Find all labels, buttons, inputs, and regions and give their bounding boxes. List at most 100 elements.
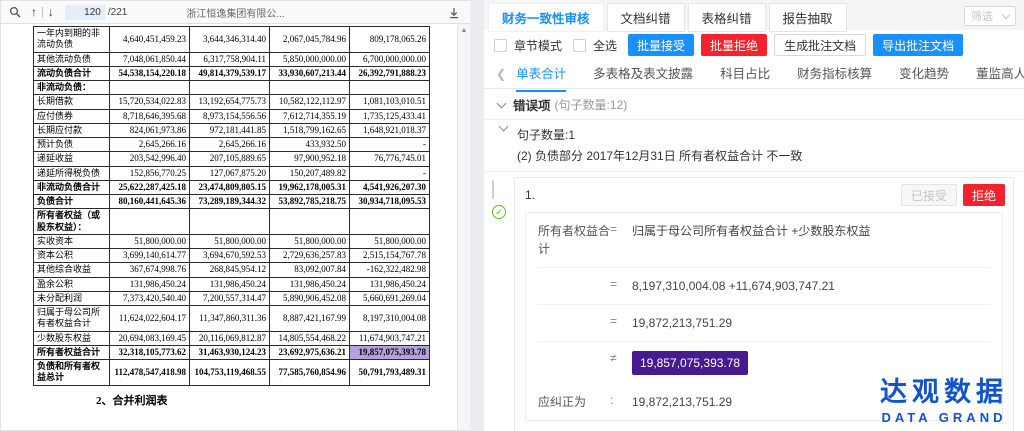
row-label: 长期借款 (34, 95, 110, 109)
value-cell: 8,718,646,395.68 (110, 109, 190, 123)
tab-2[interactable]: 表格纠错 (688, 3, 766, 32)
subtab-1[interactable]: 多表格及表文披露 (593, 57, 693, 92)
value-cell: 127,067,875.20 (190, 166, 270, 180)
value-cell: 11,624,022,604.17 (110, 306, 190, 332)
review-panel: 财务一致性审核文档纠错表格纠错报告抽取 筛选 章节模式 全选 批量接受 批量拒绝… (484, 0, 1024, 431)
error-section-title: 错误项 (513, 95, 551, 114)
table-row: 所有者权益合计32,318,105,773.6231,463,930,124.2… (34, 345, 430, 359)
generate-annotated-doc-button[interactable]: 生成批注文档 (774, 34, 866, 56)
value-cell: 32,318,105,773.62 (110, 345, 190, 359)
subtab-4[interactable]: 变化趋势 (899, 57, 949, 92)
subtab-5[interactable]: 董监高人员 (976, 57, 1024, 92)
formula-operator: = (610, 277, 632, 291)
review-content: 错误项 (句子数量:12) 句子数量:1 (2) 负债部分 2017年12月31… (484, 89, 1024, 431)
value-cell: 7,612,714,355.19 (270, 109, 350, 123)
formula-row: =19,872,213,751.29 (538, 305, 990, 342)
chapter-mode-checkbox[interactable] (494, 39, 507, 52)
correction-value: 19,872,213,751.29 (632, 393, 732, 411)
reject-button[interactable]: 拒绝 (963, 184, 1005, 206)
value-cell: 131,986,450.24 (270, 277, 350, 291)
error-group-header[interactable]: 句子数量:1 (2) 负债部分 2017年12月31日 所有者权益合计 不一致 (484, 119, 1024, 171)
scroll-up-icon[interactable]: ▲ (458, 24, 470, 34)
value-cell (270, 81, 350, 95)
table-row: 其他流动负债7,048,061,850.446,317,758,904.115,… (34, 52, 430, 66)
value-cell: 31,463,930,124.23 (190, 345, 270, 359)
value-cell: 5,660,691,269.04 (350, 291, 430, 305)
row-label: 长期应付款 (34, 123, 110, 137)
filter-dropdown[interactable]: 筛选 (964, 6, 1016, 26)
row-label: 递延所得税负债 (34, 166, 110, 180)
subtab-3[interactable]: 财务指标核算 (797, 57, 872, 92)
tab-3[interactable]: 报告抽取 (769, 3, 847, 32)
value-cell (110, 81, 190, 95)
value-cell: 25,622,287,425.18 (110, 180, 190, 194)
correction-row: 应纠正为 : 19,872,213,751.29 (538, 384, 990, 420)
table-row: 所有者权益（或股东权益）： (34, 209, 430, 235)
value-cell: 5,850,000,000.00 (270, 52, 350, 66)
subtabs-scroll-left-icon[interactable]: ❮ (496, 67, 506, 81)
tab-0[interactable]: 财务一致性审核 (488, 3, 604, 32)
value-cell: 824,061,973.86 (110, 123, 190, 137)
tab-1[interactable]: 文档纠错 (607, 3, 685, 32)
table-row: 归属于母公司所有者权益合计11,624,022,604.1711,347,860… (34, 306, 430, 332)
chapter-mode-label: 章节模式 (514, 37, 562, 54)
value-cell: 1,081,103,010.51 (350, 95, 430, 109)
value-cell (350, 81, 430, 95)
value-cell: 3,699,140,614.77 (110, 249, 190, 263)
row-label: 一年内到期的非流动负债 (34, 27, 110, 53)
batch-accept-button[interactable]: 批量接受 (628, 34, 694, 56)
value-cell: 104,753,119,468.55 (190, 360, 270, 386)
formula-row: =8,197,310,004.08 +11,674,903,747.21 (538, 268, 990, 305)
table-row: 负债和所有者权益总计112,478,547,418.98104,753,119,… (34, 360, 430, 386)
formula-operator: = (610, 222, 632, 236)
value-cell: - (350, 166, 430, 180)
value-cell: 97,900,952.18 (270, 152, 350, 166)
value-cell: 2,729,636,257.83 (270, 249, 350, 263)
download-icon[interactable] (448, 6, 460, 24)
document-viewer-panel: ↑ | ↓ /221 浙江恒逸集团有限公... 一年内到期的非流动负债4,640… (0, 0, 470, 431)
value-cell: 80,160,441,645.36 (110, 195, 190, 209)
row-label: 非流动负债合计 (34, 180, 110, 194)
table-row: 负债合计80,160,441,645.3673,289,189,344.3253… (34, 195, 430, 209)
value-cell: - (350, 138, 430, 152)
page-number-input[interactable] (65, 5, 105, 20)
page-up-icon[interactable]: ↑ (31, 5, 37, 19)
document-scrollbar[interactable]: ▲ (457, 24, 470, 430)
value-cell: 11,347,860,311.36 (190, 306, 270, 332)
error-detail-card: 1. 已接受 拒绝 所有者权益合计=归属于母公司所有者权益合计 +少数股东权益=… (514, 177, 1014, 431)
value-cell: -162,322,482.98 (350, 263, 430, 277)
page-down-icon[interactable]: ↓ (48, 5, 54, 19)
value-cell: 30,934,718,095.53 (350, 195, 430, 209)
card-header: 1. 已接受 拒绝 (515, 178, 1013, 210)
select-all-checkbox[interactable] (573, 39, 586, 52)
value-cell: 49,814,379,539.17 (190, 66, 270, 80)
row-label: 盈余公积 (34, 277, 110, 291)
value-cell: 14,805,554,468.22 (270, 331, 350, 345)
row-label: 所有者权益（或股东权益）： (34, 209, 110, 235)
value-cell: 23,692,975,636.21 (270, 345, 350, 359)
item-checkbox[interactable] (492, 180, 494, 199)
document-page: 一年内到期的非流动负债4,640,451,459.233,644,346,314… (1, 24, 457, 430)
value-cell: 7,373,420,540.40 (110, 291, 190, 305)
table-row: 盈余公积131,986,450.24131,986,450.24131,986,… (34, 277, 430, 291)
value-cell: 51,800,000.00 (270, 234, 350, 248)
accepted-check-icon: ✓ (492, 205, 506, 219)
value-cell: 6,317,758,904.11 (190, 52, 270, 66)
accepted-button[interactable]: 已接受 (901, 184, 957, 206)
card-gutter: ✓ (492, 177, 514, 431)
table-row: 少数股东权益20,694,083,169.4520,116,069,812.87… (34, 331, 430, 345)
subtab-0[interactable]: 单表合计 (516, 57, 566, 92)
value-cell: 809,178,065.26 (350, 27, 430, 53)
batch-reject-button[interactable]: 批量拒绝 (701, 34, 767, 56)
table-row: 其他综合收益367,674,998.76268,845,954.1283,092… (34, 263, 430, 277)
error-section-header[interactable]: 错误项 (句子数量:12) (484, 89, 1024, 119)
value-cell: 19,962,178,005.31 (270, 180, 350, 194)
export-annotated-doc-button[interactable]: 导出批注文档 (873, 34, 963, 56)
subtab-2[interactable]: 科目占比 (720, 57, 770, 92)
value-cell: 8,197,310,004.08 (350, 306, 430, 332)
zoom-search-icon[interactable] (9, 6, 21, 18)
row-label: 其他流动负债 (34, 52, 110, 66)
value-cell: 131,986,450.24 (350, 277, 430, 291)
value-cell: 131,986,450.24 (190, 277, 270, 291)
value-cell: 51,800,000.00 (110, 234, 190, 248)
